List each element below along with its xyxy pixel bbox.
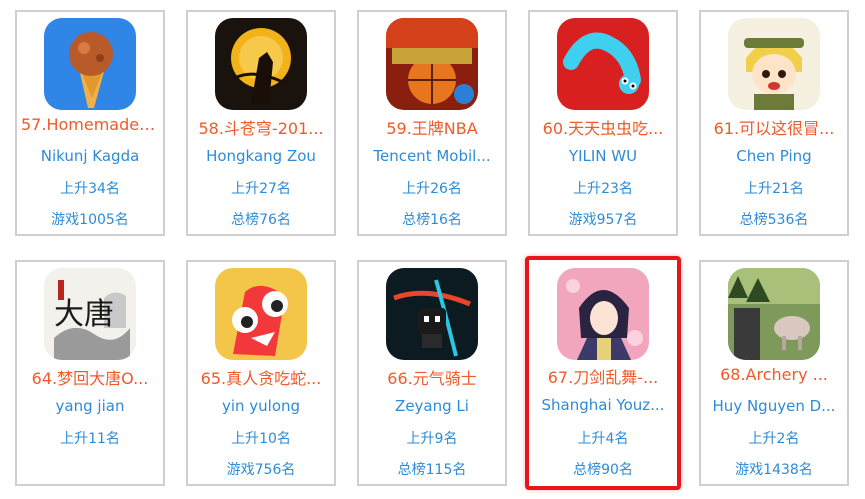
- app-title[interactable]: 66.元气骑士: [363, 365, 501, 389]
- rank-rise: 上升10名: [231, 431, 291, 447]
- rank-rise: 上升26名: [402, 181, 462, 197]
- app-card-58[interactable]: 58.斗苍穹-201... Hongkang Zou 上升27名 总榜76名: [186, 10, 336, 236]
- rank-rise: 上升4名: [577, 431, 629, 447]
- rank-rise: 上升21名: [744, 181, 804, 197]
- app-developer[interactable]: Tencent Mobil...: [363, 147, 501, 165]
- app-title[interactable]: 65.真人贪吃蛇...: [192, 365, 330, 389]
- rank-position: 游戏957名: [568, 212, 638, 228]
- ice-cream-icon[interactable]: [44, 18, 136, 110]
- app-card-66[interactable]: 66.元气骑士 Zeyang Li 上升9名 总榜115名: [357, 260, 507, 486]
- rank-position: 游戏1438名: [735, 462, 813, 478]
- calligraphy-datang-icon[interactable]: 大唐: [44, 268, 136, 360]
- rank-rise: 上升11名: [60, 431, 120, 447]
- app-title[interactable]: 60.天天虫虫吃...: [534, 115, 672, 139]
- app-developer[interactable]: yang jian: [21, 397, 159, 415]
- rank-rise: 上升27名: [231, 181, 291, 197]
- app-card-67-highlighted[interactable]: 67.刀剑乱舞-... Shanghai Youz... 上升4名 总榜90名: [525, 256, 681, 490]
- warrior-moon-icon[interactable]: [215, 18, 307, 110]
- rank-position: 游戏756名: [226, 462, 296, 478]
- app-developer[interactable]: Zeyang Li: [363, 397, 501, 415]
- app-title[interactable]: 58.斗苍穹-201...: [192, 115, 330, 139]
- basketball-icon[interactable]: [386, 18, 478, 110]
- rank-rise: 上升2名: [748, 431, 800, 447]
- rank-rise: 上升34名: [60, 181, 120, 197]
- app-card-60[interactable]: 60.天天虫虫吃... YILIN WU 上升23名 游戏957名: [528, 10, 678, 236]
- app-developer[interactable]: Huy Nguyen D...: [705, 397, 843, 415]
- app-card-57[interactable]: 57.Homemade ... Nikunj Kagda 上升34名 游戏100…: [15, 10, 165, 236]
- rank-position: 总榜90名: [573, 462, 633, 478]
- rank-position: 游戏1005名: [51, 212, 129, 228]
- app-card-68[interactable]: 68.Archery ... Huy Nguyen D... 上升2名 游戏14…: [699, 260, 849, 486]
- rank-position: 总榜76名: [231, 212, 291, 228]
- app-developer[interactable]: Nikunj Kagda: [21, 147, 159, 165]
- app-card-61[interactable]: 61.可以这很冒... Chen Ping 上升21名 总榜536名: [699, 10, 849, 236]
- adventurer-girl-icon[interactable]: [728, 18, 820, 110]
- rank-position: 总榜115名: [397, 462, 467, 478]
- app-title[interactable]: 67.刀剑乱舞-...: [533, 364, 673, 388]
- sword-dancer-icon[interactable]: [557, 268, 649, 360]
- app-title[interactable]: 68.Archery ...: [705, 365, 843, 384]
- app-title[interactable]: 61.可以这很冒...: [705, 115, 843, 139]
- app-developer[interactable]: Hongkang Zou: [192, 147, 330, 165]
- app-title[interactable]: 57.Homemade ...: [21, 115, 159, 134]
- app-developer[interactable]: Shanghai Youz...: [533, 396, 673, 414]
- archery-forest-icon[interactable]: [728, 268, 820, 360]
- app-card-64[interactable]: 大唐 64.梦回大唐O... yang jian 上升11名: [15, 260, 165, 486]
- rank-position: 总榜536名: [739, 212, 809, 228]
- svg-text:大唐: 大唐: [54, 297, 114, 332]
- red-snake-icon[interactable]: [215, 268, 307, 360]
- worm-icon[interactable]: [557, 18, 649, 110]
- app-developer[interactable]: yin yulong: [192, 397, 330, 415]
- app-card-65[interactable]: 65.真人贪吃蛇... yin yulong 上升10名 游戏756名: [186, 260, 336, 486]
- app-card-59[interactable]: 59.王牌NBA Tencent Mobil... 上升26名 总榜16名: [357, 10, 507, 236]
- app-title[interactable]: 59.王牌NBA: [363, 115, 501, 139]
- soul-knight-icon[interactable]: [386, 268, 478, 360]
- app-title[interactable]: 64.梦回大唐O...: [21, 365, 159, 389]
- rank-rise: 上升23名: [573, 181, 633, 197]
- app-developer[interactable]: YILIN WU: [534, 147, 672, 165]
- rank-position: 总榜16名: [402, 212, 462, 228]
- rank-rise: 上升9名: [406, 431, 458, 447]
- app-developer[interactable]: Chen Ping: [705, 147, 843, 165]
